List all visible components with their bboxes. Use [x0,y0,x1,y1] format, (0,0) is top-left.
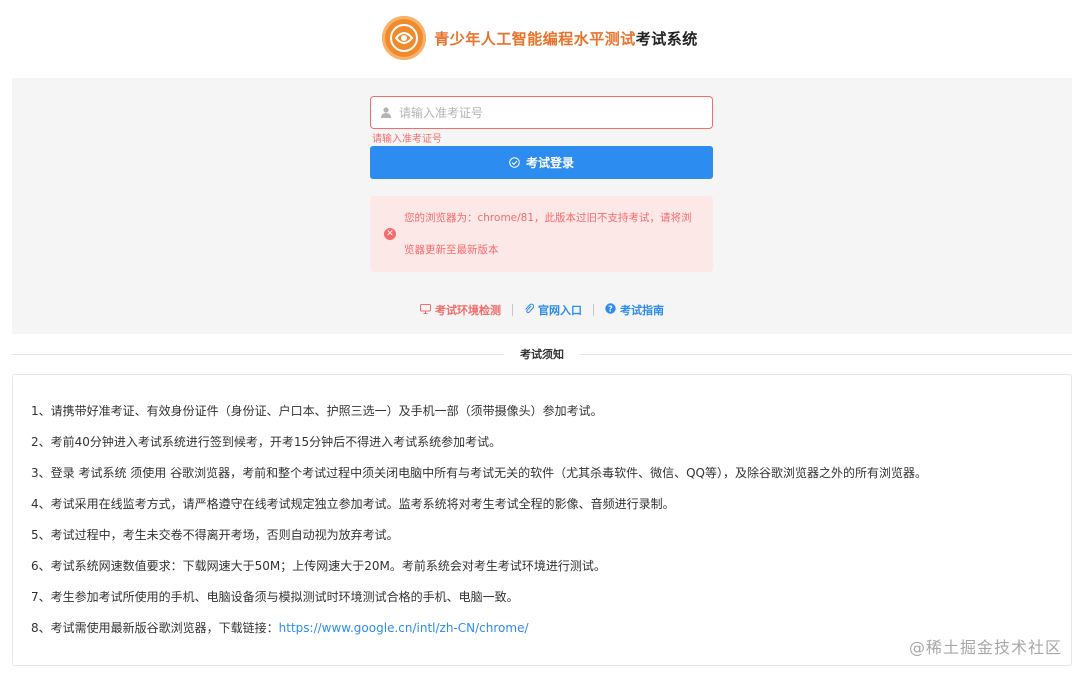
notice-item: 4、考试采用在线监考方式，请严格遵守在线考试规定独立参加考试。监考系统将对考生考… [31,497,675,511]
notice-item: 7、考生参加考试所使用的手机、电脑设备须与模拟测试时环境测试合格的手机、电脑一致… [31,590,519,604]
app-title-sub: 考试系统 [635,29,698,48]
check-circle-icon [509,157,520,168]
monitor-icon [420,303,431,317]
browser-warning-alert: ✕ 您的浏览器为：chrome/81，此版本过旧不支持考试，请将浏 览器更新至最… [370,196,713,272]
notice-item: 5、考试过程中，考生未交卷不得离开考场，否则自动视为放弃考试。 [31,528,399,542]
chrome-download-link[interactable]: https://www.google.cn/intl/zh-CN/chrome/ [279,621,529,635]
app-title-main: 青少年人工智能编程水平测试 [434,29,636,48]
exam-login-page: 青少年人工智能编程水平测试 考试系统 请输入准考证号 考试登录 ✕ 您的浏览器为… [0,0,1080,676]
login-button-label: 考试登录 [525,156,574,170]
login-panel: 请输入准考证号 考试登录 ✕ 您的浏览器为：chrome/81，此版本过旧不支持… [12,78,1072,334]
env-check-link[interactable]: 考试环境检测 [420,302,501,318]
admission-number-input[interactable] [399,105,699,120]
notice-heading: 考试须知 [520,348,564,361]
logo-icon [382,16,427,60]
error-icon: ✕ [384,228,396,240]
svg-text:?: ? [608,304,613,313]
exam-guide-link[interactable]: ? 考试指南 [605,302,664,318]
app-title: 青少年人工智能编程水平测试 考试系统 [434,28,698,49]
env-check-label: 考试环境检测 [435,304,501,317]
quick-links: 考试环境检测 官网入口 ? 考试指南 [12,300,1072,320]
notice-item: 1、请携带好准考证、有效身份证件（身份证、户口本、护照三选一）及手机一部（须带摄… [31,404,603,418]
link-separator [512,304,513,316]
exam-notice-box: 1、请携带好准考证、有效身份证件（身份证、户口本、护照三选一）及手机一部（须带摄… [12,374,1072,666]
official-site-label: 官网入口 [538,304,582,317]
watermark: @稀土掘金技术社区 [908,638,1062,657]
login-button[interactable]: 考试登录 [370,146,713,179]
notice-item: 3、登录 考试系统 须使用 谷歌浏览器，考前和整个考试过程中须关闭电脑中所有与考… [31,466,927,480]
link-separator [593,304,594,316]
field-error-text: 请输入准考证号 [372,134,442,145]
official-site-link[interactable]: 官网入口 [524,302,582,318]
notice-item: 6、考试系统网速数值要求：下载网速大于50M；上传网速大于20M。考前系统会对考… [31,559,606,573]
notice-divider: 考试须知 [12,344,1072,364]
download-prefix: 8、考试需使用最新版谷歌浏览器，下载链接： [31,621,279,635]
divider-line-right [580,353,1072,355]
header: 青少年人工智能编程水平测试 考试系统 [0,0,1080,76]
browser-warning-text: 您的浏览器为：chrome/81，此版本过旧不支持考试，请将浏 览器更新至最新版… [404,202,692,266]
exam-guide-label: 考试指南 [620,304,664,317]
admission-number-field[interactable] [370,96,713,129]
help-icon: ? [605,303,616,317]
notice-item: 2、考前40分钟进入考试系统进行签到候考，开考15分钟后不得进入考试系统参加考试… [31,435,502,449]
divider-line-left [12,353,504,355]
user-icon [381,107,391,118]
browser-warning-line1: 您的浏览器为：chrome/81，此版本过旧不支持考试，请将浏 [404,212,692,224]
paperclip-icon [524,303,535,317]
browser-warning-line2: 览器更新至最新版本 [404,244,499,256]
